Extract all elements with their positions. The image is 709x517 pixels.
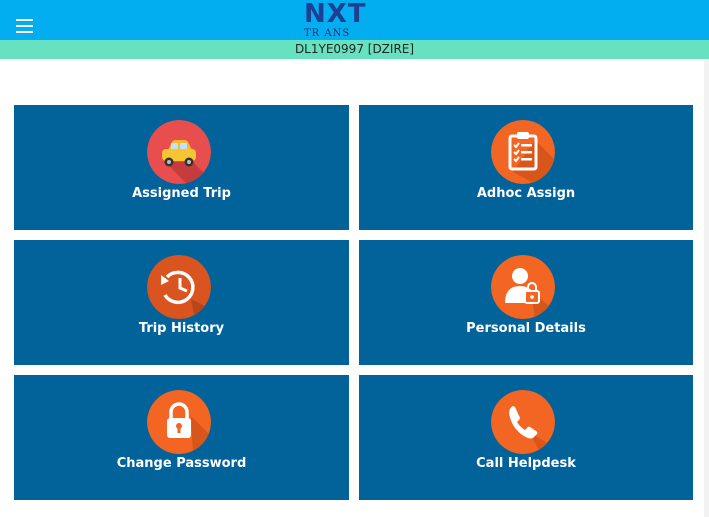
- tile-label: Personal Details: [466, 321, 586, 336]
- clipboard-checklist-icon: [491, 120, 555, 184]
- app-header: NXT TR ANS: [0, 0, 709, 40]
- car-icon: [147, 120, 211, 184]
- call-helpdesk-tile[interactable]: Call Helpdesk: [359, 375, 693, 500]
- phone-icon: [491, 390, 555, 454]
- assigned-trip-tile[interactable]: Assigned Trip: [14, 105, 349, 230]
- history-clock-icon: [147, 255, 211, 319]
- tile-label: Change Password: [116, 456, 247, 471]
- hamburger-menu-icon[interactable]: [16, 19, 34, 35]
- padlock-icon: [147, 390, 211, 454]
- personal-details-tile[interactable]: Personal Details: [359, 240, 693, 365]
- tile-label: Adhoc Assign: [476, 186, 576, 201]
- change-password-tile[interactable]: Change Password: [14, 375, 349, 500]
- trip-history-tile[interactable]: Trip History: [14, 240, 349, 365]
- adhoc-assign-tile[interactable]: Adhoc Assign: [359, 105, 693, 230]
- scrollbar[interactable]: [704, 59, 709, 517]
- tile-label: Trip History: [138, 321, 225, 336]
- tile-label: Call Helpdesk: [476, 456, 576, 471]
- user-lock-icon: [491, 255, 555, 319]
- tile-label: Assigned Trip: [132, 186, 231, 201]
- nxt-trans-logo: NXT TR ANS: [304, 0, 367, 39]
- vehicle-number-bar: DL1YE0997 [DZIRE]: [0, 40, 709, 59]
